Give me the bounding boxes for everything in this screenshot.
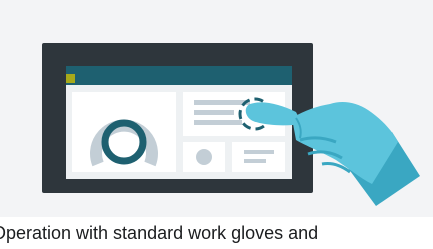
list-line xyxy=(194,100,250,105)
dial-icon xyxy=(196,149,212,165)
list-line xyxy=(194,110,234,115)
list-line xyxy=(194,120,242,125)
bars-widget xyxy=(232,142,285,172)
touch-panel-with-glove-illustration xyxy=(42,43,420,206)
bar-line xyxy=(244,159,266,163)
title-bar-accent xyxy=(66,74,75,83)
screen-header xyxy=(66,74,292,85)
screen-title-bar xyxy=(66,66,292,74)
bar-line xyxy=(244,150,274,154)
caption-text: Operation with standard work gloves and xyxy=(0,223,319,243)
